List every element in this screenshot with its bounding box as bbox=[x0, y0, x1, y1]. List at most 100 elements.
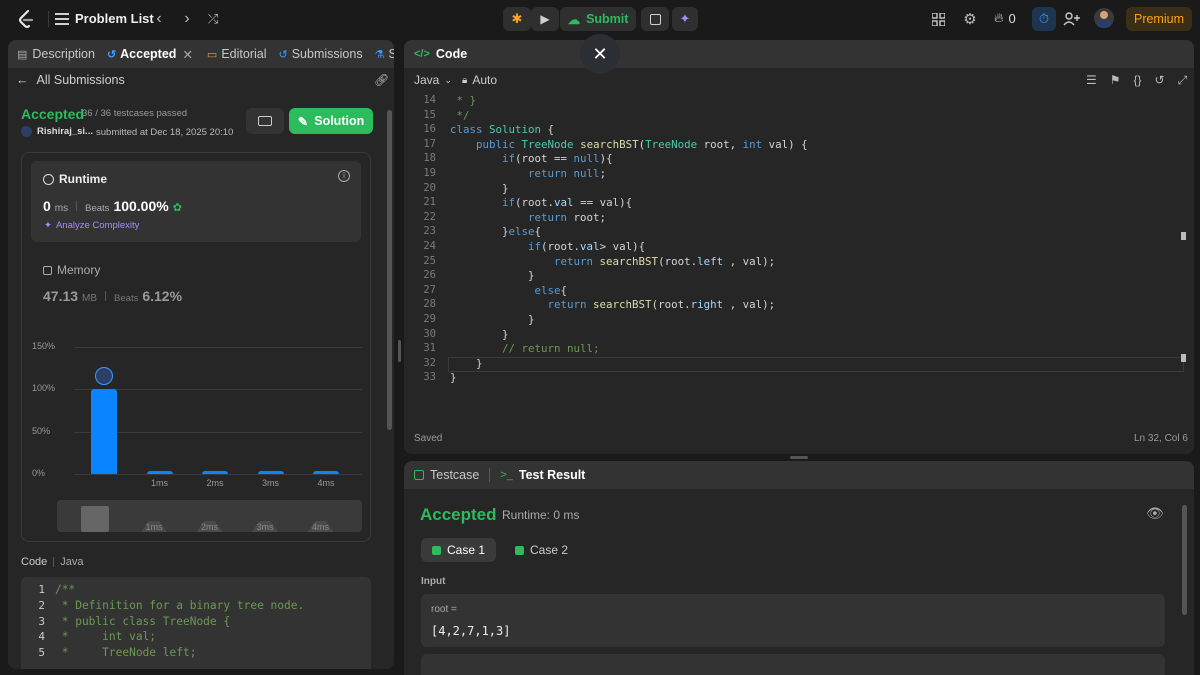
leetcode-logo-icon[interactable] bbox=[16, 9, 36, 29]
line-number: 22 bbox=[423, 210, 436, 223]
code-line: } bbox=[450, 269, 535, 283]
case-2-label: Case 2 bbox=[529, 543, 569, 557]
line-number: 5 bbox=[38, 646, 45, 660]
eye-icon[interactable]: 👁︎ bbox=[1146, 505, 1164, 522]
play-icon: ▶ bbox=[540, 12, 550, 26]
code-line: } bbox=[450, 313, 535, 326]
left-panel: ▤ Description ↺ Accepted ✕ ▭ Editorial ↺… bbox=[8, 40, 394, 669]
line-number: 16 bbox=[423, 123, 436, 136]
case-2-tab[interactable]: Case 2 bbox=[504, 538, 579, 562]
code-line: * public class TreeNode { bbox=[55, 614, 231, 628]
stopwatch-icon: ⏱ bbox=[1038, 11, 1050, 26]
list-icon[interactable] bbox=[55, 12, 69, 26]
run-button[interactable]: ▶ bbox=[531, 7, 559, 31]
tab-test-result[interactable]: Test Result bbox=[519, 468, 585, 482]
layout-grid-icon[interactable] bbox=[930, 11, 946, 27]
avatar[interactable] bbox=[1094, 8, 1114, 28]
bar-4ms[interactable] bbox=[313, 471, 339, 474]
top-bar: Problem List ‹ › ⤮ ✱ ▶ ☁ Submit ✦ ⚙ 🔥︎ 0… bbox=[0, 0, 1200, 38]
editor-tab-bar: </> Code bbox=[404, 40, 1194, 68]
code-header-label: Code bbox=[21, 556, 48, 568]
auto-mode[interactable]: 🔒︎ Auto bbox=[462, 73, 497, 87]
x-tick-label: 1ms bbox=[150, 478, 168, 488]
line-number: 24 bbox=[423, 240, 436, 252]
code-language: Java bbox=[60, 556, 84, 568]
bar-0ms[interactable] bbox=[91, 389, 117, 474]
case-1-tab[interactable]: Case 1 bbox=[421, 538, 496, 562]
add-friend-icon[interactable] bbox=[1062, 10, 1080, 28]
input-label: Input bbox=[421, 576, 446, 587]
timer-button[interactable]: ⏱ bbox=[1032, 7, 1056, 31]
bookmark-icon[interactable]: ⚑ bbox=[1110, 73, 1121, 88]
line-number: 15 bbox=[423, 108, 436, 121]
code-line: } bbox=[450, 327, 509, 341]
premium-button[interactable]: Premium bbox=[1126, 7, 1192, 31]
code-line: // return null; bbox=[450, 342, 600, 356]
tab-testcase[interactable]: Testcase bbox=[430, 468, 479, 482]
input-box: root = [4,2,7,1,3] bbox=[421, 594, 1165, 647]
result-status: Accepted bbox=[420, 505, 497, 524]
format-icon[interactable]: ☰ bbox=[1086, 73, 1097, 88]
expand-icon[interactable]: ⤢ bbox=[1178, 73, 1188, 88]
save-status: Saved bbox=[414, 433, 443, 444]
ai-assist-button[interactable]: ✦ bbox=[672, 7, 698, 31]
code-preview-header: Code Java bbox=[21, 556, 84, 568]
variable-name: root = bbox=[431, 604, 457, 615]
x-tick-label: 2ms bbox=[206, 478, 224, 488]
scrollbar[interactable] bbox=[387, 110, 392, 430]
tab-code[interactable]: Code bbox=[436, 47, 467, 61]
chevron-left-icon[interactable]: ‹ bbox=[152, 10, 166, 27]
vertical-splitter[interactable] bbox=[398, 340, 401, 362]
code-line: class Solution { bbox=[450, 123, 555, 137]
scrollbar[interactable] bbox=[1182, 505, 1187, 615]
reset-icon[interactable]: ↺ bbox=[1155, 73, 1165, 88]
braces-icon[interactable]: {} bbox=[1134, 73, 1142, 88]
code-preview: 1 /** 2 * Definition for a binary tree nod… bbox=[21, 577, 371, 669]
code-line: /** bbox=[55, 583, 76, 596]
line-number: 2 bbox=[38, 598, 45, 612]
close-button[interactable]: ✕ bbox=[580, 34, 620, 74]
language-value: Java bbox=[414, 73, 440, 87]
code-line: } bbox=[450, 181, 509, 195]
cursor-position: Ln 32, Col 6 bbox=[1134, 433, 1188, 444]
grid-line bbox=[74, 474, 362, 475]
shuffle-icon[interactable]: ⤮ bbox=[205, 11, 221, 27]
code-area[interactable]: 14 * } 15 */ 16 class Solution {17 public T… bbox=[404, 92, 1194, 432]
gear-icon[interactable]: ⚙ bbox=[962, 10, 978, 28]
line-number: 4 bbox=[38, 630, 45, 644]
code-line: * int val; bbox=[55, 630, 157, 644]
language-select[interactable]: Java ⌄ bbox=[414, 73, 452, 87]
line-number: 17 bbox=[423, 137, 436, 150]
scroll-marker bbox=[1181, 354, 1186, 362]
line-number: 20 bbox=[423, 181, 436, 194]
your-submission-marker[interactable] bbox=[95, 367, 113, 386]
close-icon: ✕ bbox=[592, 43, 608, 64]
bar-2ms[interactable] bbox=[202, 471, 228, 474]
y-tick-label: 100% bbox=[32, 383, 56, 394]
line-number: 28 bbox=[423, 298, 436, 311]
notes-button[interactable] bbox=[641, 7, 669, 31]
line-number: 18 bbox=[423, 152, 436, 165]
submit-button[interactable]: ☁ Submit bbox=[560, 7, 636, 31]
line-number: 25 bbox=[423, 254, 436, 267]
result-runtime: Runtime: 0 ms bbox=[502, 508, 580, 522]
code-line: public TreeNode searchBST(TreeNode root,… bbox=[476, 137, 808, 151]
chevron-right-icon[interactable]: › bbox=[180, 10, 194, 27]
horizontal-splitter[interactable] bbox=[790, 456, 808, 459]
line-number: 30 bbox=[423, 327, 436, 340]
problem-list-link[interactable]: Problem List bbox=[75, 11, 154, 26]
checkbox-icon bbox=[414, 470, 424, 480]
streak-counter[interactable]: 🔥︎ 0 bbox=[994, 10, 1016, 26]
code-line: */ bbox=[450, 108, 470, 122]
debug-button[interactable]: ✱ bbox=[503, 7, 531, 31]
code-editor-panel: </> Code Java ⌄ 🔒︎ Auto ☰ ⚑ {} ↺ ⤢ 14 * … bbox=[404, 40, 1194, 454]
bug-icon: ✱ bbox=[511, 11, 523, 26]
bar-3ms[interactable] bbox=[257, 471, 284, 474]
bar-1ms[interactable] bbox=[146, 471, 173, 474]
mini-bar-label: 1ms bbox=[145, 522, 163, 532]
code-line: * } bbox=[450, 94, 477, 107]
line-number: 21 bbox=[423, 196, 436, 209]
range-handle[interactable] bbox=[81, 506, 109, 532]
divider bbox=[53, 557, 55, 567]
scroll-marker bbox=[1181, 232, 1186, 240]
